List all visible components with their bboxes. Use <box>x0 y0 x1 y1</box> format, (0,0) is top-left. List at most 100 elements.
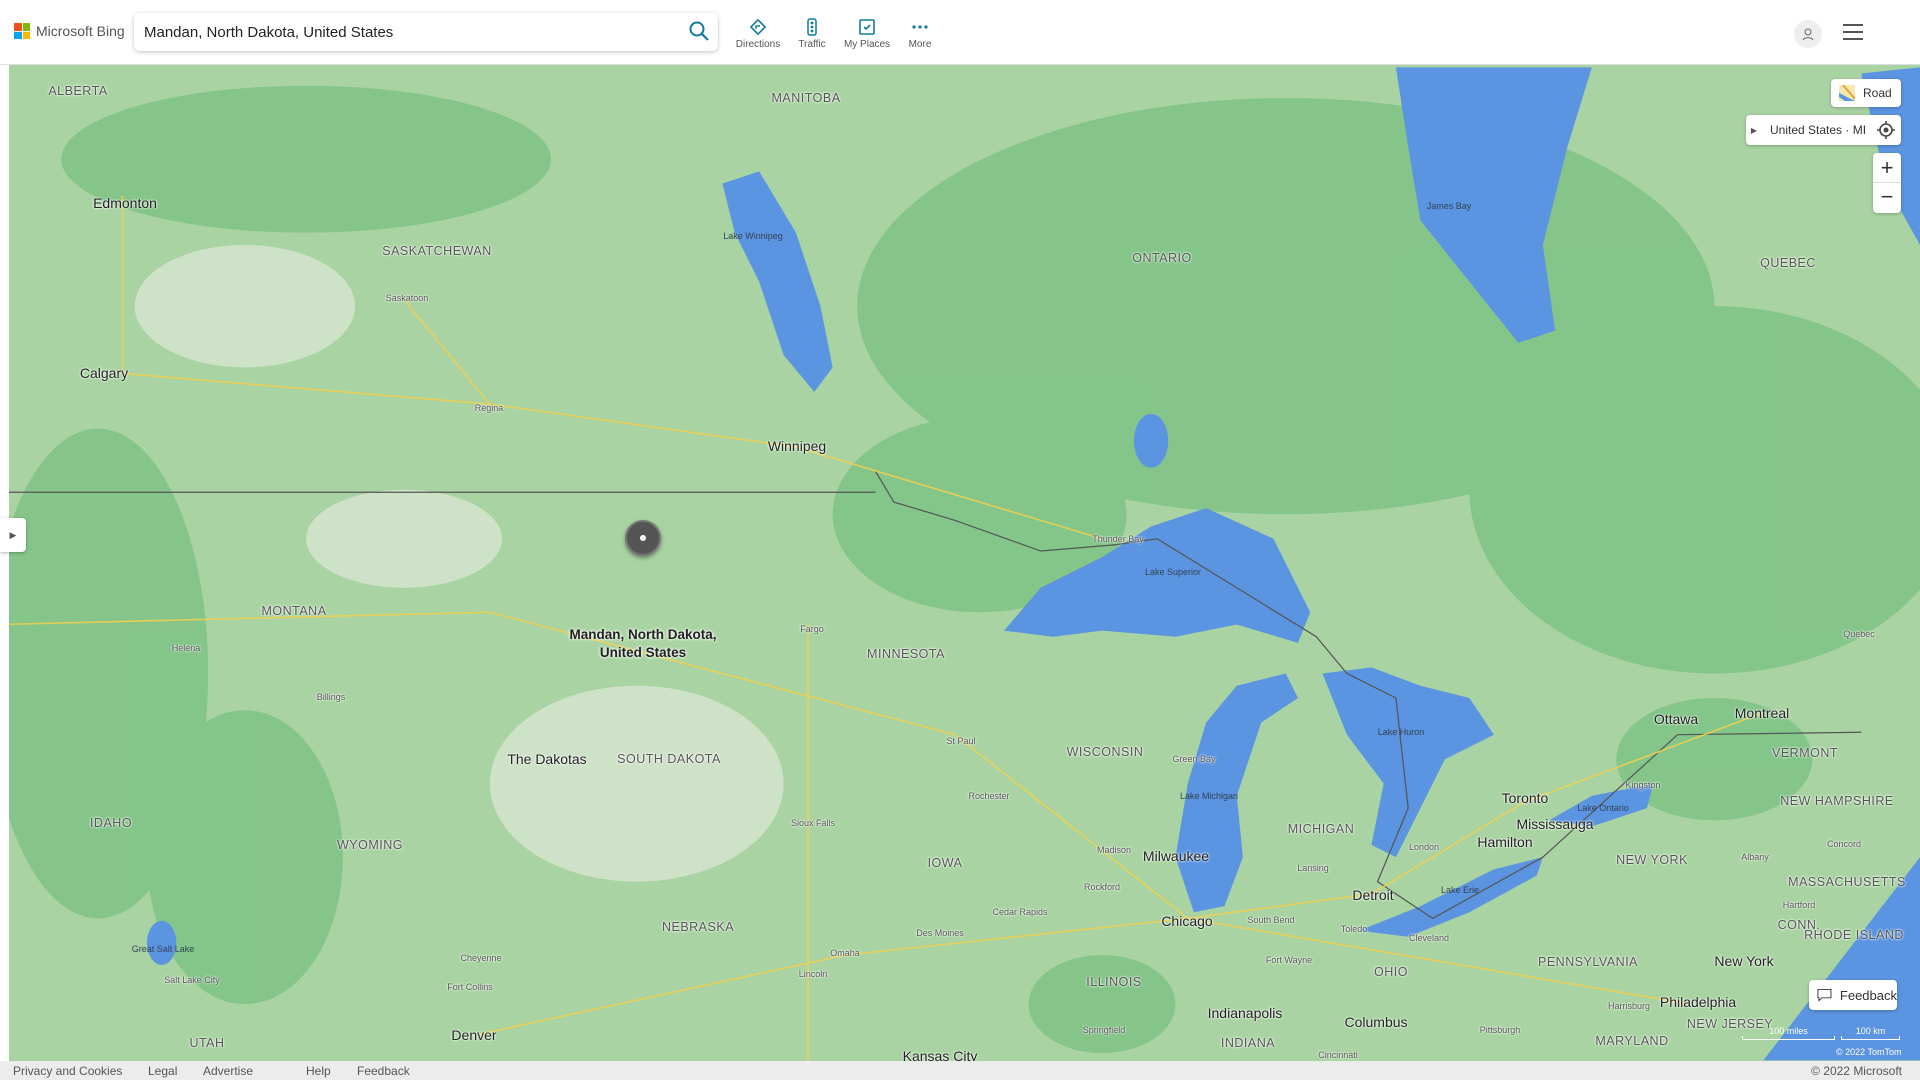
map-label-states: IOWA <box>927 856 963 870</box>
zoom-in-button[interactable]: + <box>1873 153 1901 183</box>
map-label-states: UTAH <box>189 1036 225 1050</box>
map-label-water: Lake Erie <box>1440 885 1480 895</box>
map-label-cities-small: Green Bay <box>1172 754 1216 764</box>
map-label-cities-big: Indianapolis <box>1207 1005 1283 1021</box>
map-label-states: INDIANA <box>1220 1036 1276 1050</box>
traffic-icon <box>807 18 817 36</box>
map-label-cities-small: Omaha <box>830 948 860 958</box>
location-breadcrumb[interactable]: ▶ United States · MI <box>1746 115 1901 145</box>
map-label-cities-small: St Paul <box>946 736 976 746</box>
map-label-cities-small: Harrisburg <box>1607 1001 1651 1011</box>
map-label-water: James Bay <box>1426 201 1472 211</box>
expand-caret-icon[interactable]: ▶ <box>1746 126 1762 135</box>
legal-link[interactable]: Legal <box>148 1064 177 1078</box>
map-label-states: VERMONT <box>1772 746 1838 760</box>
scale-miles-label: 100 miles <box>1769 1026 1808 1036</box>
map-label-cities-small: Regina <box>474 403 504 413</box>
map-canvas[interactable]: ALBERTA MANITOBA SASKATCHEWAN ONTARIO QUEBEC… <box>0 65 1920 1061</box>
map-label-states: SOUTH DAKOTA <box>617 752 721 766</box>
bing-logo[interactable]: Microsoft Bing <box>14 23 125 39</box>
map-label-cities-big: Kansas City <box>902 1048 978 1061</box>
map-label-states: MARYLAND <box>1595 1034 1669 1048</box>
brand-name: Microsoft Bing <box>36 23 125 39</box>
map-label-cities-small: Concord <box>1826 839 1862 849</box>
pin-label-line1: Mandan, North Dakota, <box>569 627 717 642</box>
map-label-cities-big: Denver <box>451 1027 497 1043</box>
map-label-water: Lake Superior <box>1144 567 1202 577</box>
search-icon[interactable] <box>688 20 710 46</box>
map-label-cities-big: Detroit <box>1352 887 1394 903</box>
map-label-cities-small: Thunder Bay <box>1092 534 1144 544</box>
map-label-cities-small: Rochester <box>968 791 1010 801</box>
scale-km-label: 100 km <box>1855 1026 1886 1036</box>
map-label-states: ILLINOIS <box>1086 975 1142 989</box>
search-input[interactable] <box>144 23 664 41</box>
feedback-icon <box>1817 988 1832 1002</box>
map-label-cities-small: Albany <box>1741 852 1769 862</box>
map-label-cities-small: Cleveland <box>1408 933 1450 943</box>
map-label-cities-small: Fargo <box>800 624 824 634</box>
map-label-cities-small: Cheyenne <box>460 953 502 963</box>
map-label-states: WISCONSIN <box>1066 745 1144 759</box>
hamburger-menu-icon[interactable] <box>1843 24 1863 45</box>
map-label-cities-small: Springfield <box>1082 1025 1126 1035</box>
map-label-cities-small: Pittsburgh <box>1479 1025 1521 1035</box>
top-bar: Microsoft Bing Directions Traffic My Pla… <box>0 0 1920 65</box>
help-link[interactable]: Help <box>306 1064 331 1078</box>
locate-me-icon[interactable] <box>1871 115 1901 145</box>
my-places-label: My Places <box>843 39 891 50</box>
location-pin[interactable] <box>625 520 661 556</box>
road-map-icon <box>1839 85 1855 101</box>
pin-label-line2: United States <box>599 645 687 660</box>
user-icon <box>1802 28 1814 41</box>
map-label-states: OHIO <box>1374 965 1408 979</box>
map-label-cities-small: Saskatoon <box>385 293 429 303</box>
directions-button[interactable]: Directions <box>728 18 788 50</box>
more-button[interactable]: More <box>890 18 950 50</box>
tomtom-copyright: © 2022 TomTom <box>1836 1047 1902 1057</box>
feedback-button[interactable]: Feedback <box>1809 980 1897 1010</box>
map-label-water: Lake Winnipeg <box>723 231 783 241</box>
map-label-cities-small: Des Moines <box>916 928 964 938</box>
map-label-states: MASSACHUSETTS <box>1788 875 1906 889</box>
my-places-button[interactable]: My Places <box>837 18 897 50</box>
feedback-link[interactable]: Feedback <box>357 1064 410 1078</box>
map-label-water: Great Salt Lake <box>131 944 195 954</box>
map-label-states: RHODE ISLAND <box>1804 928 1904 942</box>
map-style-button[interactable]: Road <box>1831 79 1901 107</box>
map-label-cities-big: Hamilton <box>1477 834 1533 850</box>
advertise-link[interactable]: Advertise <box>203 1064 253 1078</box>
map-label-cities-small: Helena <box>171 643 201 653</box>
map-label-cities-small: Lincoln <box>798 969 828 979</box>
scale-km: 100 km <box>1841 1026 1900 1040</box>
map-label-cities-big: Winnipeg <box>767 438 827 454</box>
left-panel-edge <box>0 65 9 1061</box>
account-button[interactable] <box>1794 20 1822 48</box>
map-label-cities-big: The Dakotas <box>507 751 587 767</box>
scale-miles: 100 miles <box>1742 1026 1835 1040</box>
zoom-out-button[interactable]: − <box>1873 183 1901 213</box>
more-label: More <box>908 39 932 50</box>
map-label-cities-big: Edmonton <box>93 195 157 211</box>
map-label-water: Lake Huron <box>1377 727 1425 737</box>
map-label-cities-small: Toledo <box>1340 924 1368 934</box>
map-label-cities-small: Lansing <box>1297 863 1329 873</box>
map-label-states: NEW YORK <box>1616 853 1688 867</box>
map-label-states: MONTANA <box>261 604 327 618</box>
expand-panel-button[interactable]: ▶ <box>0 518 26 552</box>
directions-label: Directions <box>735 39 781 50</box>
privacy-link[interactable]: Privacy and Cookies <box>13 1064 122 1078</box>
copyright: © 2022 Microsoft <box>1811 1064 1902 1078</box>
map-label-cities-big: Ottawa <box>1653 711 1699 727</box>
map-label-states: IDAHO <box>89 816 133 830</box>
map-label-cities-small: South Bend <box>1247 915 1295 925</box>
map-label-cities-small: Rockford <box>1083 882 1121 892</box>
map-label-cities-small: Billings <box>316 692 346 702</box>
search-box[interactable] <box>134 13 718 51</box>
map-label-cities-big: New York <box>1714 953 1774 969</box>
map-label-states: MICHIGAN <box>1287 822 1355 836</box>
map-label-states: ONTARIO <box>1132 251 1192 265</box>
pin-label: Mandan, North Dakota, United States <box>569 626 716 662</box>
map-label-cities-big: Toronto <box>1501 790 1549 806</box>
traffic-button[interactable]: Traffic <box>782 18 842 50</box>
